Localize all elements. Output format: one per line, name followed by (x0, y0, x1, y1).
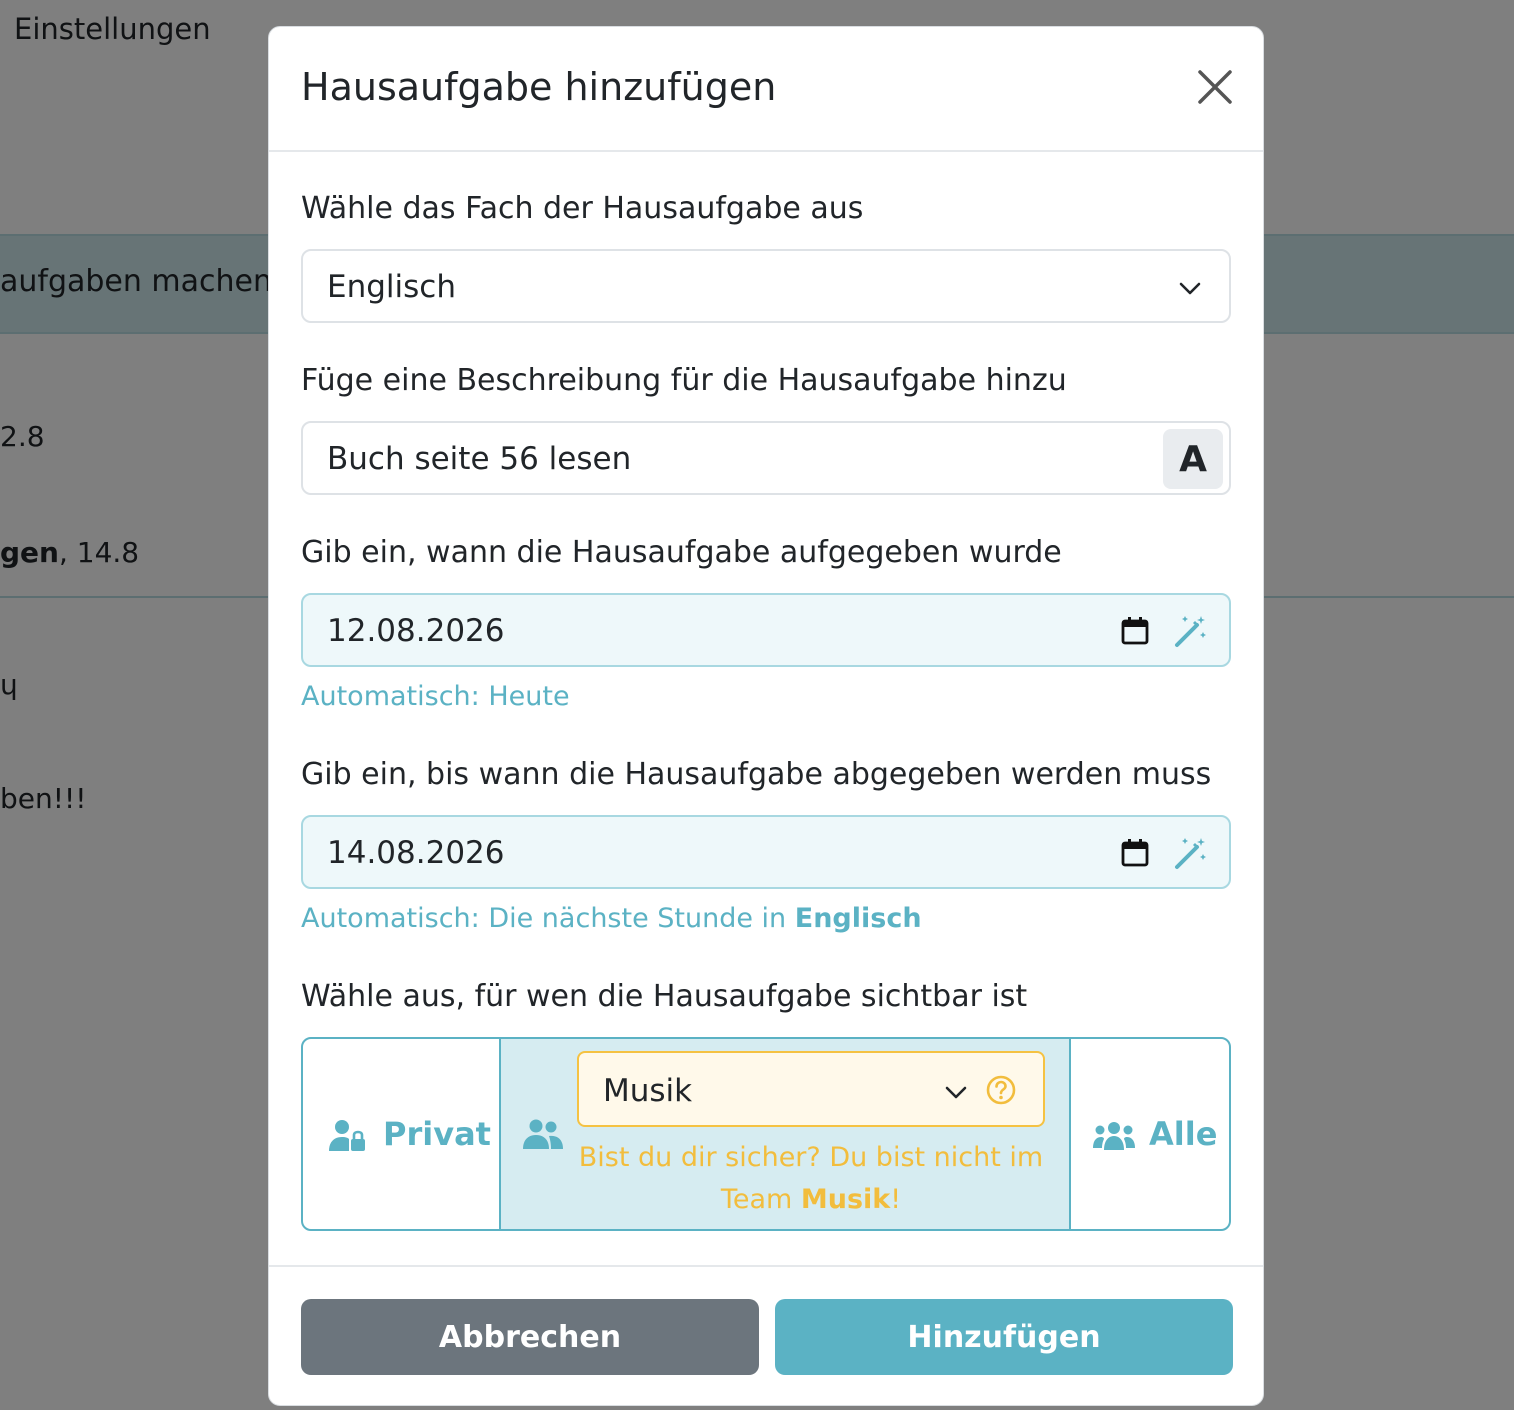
modal-title: Hausaufgabe hinzufügen (301, 65, 777, 109)
visibility-private-label: Privat (383, 1115, 491, 1153)
assigned-date-label: Gib ein, wann die Hausaufgabe aufgegeben… (301, 535, 1062, 570)
magic-wand-icon[interactable] (1173, 613, 1209, 649)
description-input[interactable]: Buch seite 56 lesen A (301, 421, 1231, 495)
users-group-icon (1093, 1122, 1135, 1150)
visibility-option-team[interactable]: Musik Bist du dir sicher? Du bist nicht … (501, 1039, 1071, 1229)
assigned-date-input[interactable]: 12.08.2026 (301, 593, 1231, 667)
add-button[interactable]: Hinzufügen (775, 1299, 1233, 1375)
question-circle-icon[interactable] (985, 1074, 1017, 1106)
description-label: Füge eine Beschreibung für die Hausaufga… (301, 363, 1067, 398)
magic-wand-icon[interactable] (1173, 835, 1209, 871)
assigned-date-hint: Automatisch: Heute (301, 681, 570, 712)
chevron-down-icon (945, 1086, 967, 1099)
subject-label: Wähle das Fach der Hausaufgabe aus (301, 191, 864, 226)
team-warning-text: Bist du dir sicher? Du bist nicht im Tea… (578, 1142, 1044, 1215)
close-icon (1198, 70, 1232, 104)
team-select[interactable]: Musik (577, 1051, 1045, 1127)
add-homework-modal: Hausaufgabe hinzufügen Wähle das Fach de… (268, 26, 1264, 1406)
visibility-option-private[interactable]: Privat (303, 1039, 501, 1229)
calendar-icon[interactable] (1119, 615, 1151, 647)
description-input-value: Buch seite 56 lesen (327, 441, 632, 477)
due-date-input[interactable]: 14.08.2026 (301, 815, 1231, 889)
chevron-down-icon (1179, 282, 1201, 295)
due-date-label: Gib ein, bis wann die Hausaufgabe abgege… (301, 757, 1212, 792)
assigned-date-value: 12.08.2026 (327, 613, 505, 649)
due-date-hint: Automatisch: Die nächste Stunde in Engli… (301, 903, 922, 934)
subject-select[interactable]: Englisch (301, 249, 1231, 323)
cancel-button[interactable]: Abbrechen (301, 1299, 759, 1375)
modal-footer: Abbrechen Hinzufügen (269, 1265, 1263, 1405)
team-select-value: Musik (603, 1073, 693, 1109)
due-date-value: 14.08.2026 (327, 835, 505, 871)
users-icon (523, 1119, 563, 1149)
visibility-option-all[interactable]: Alle (1071, 1039, 1229, 1229)
modal-header: Hausaufgabe hinzufügen (269, 27, 1263, 152)
close-button[interactable] (1195, 67, 1235, 107)
subject-select-value: Englisch (327, 269, 456, 305)
user-lock-icon (329, 1120, 365, 1151)
visibility-all-label: Alle (1149, 1115, 1218, 1153)
visibility-selector: Privat Musik Bist du dir sicher? Du bist… (301, 1037, 1231, 1231)
visibility-label: Wähle aus, für wen die Hausaufgabe sicht… (301, 979, 1028, 1014)
text-format-button[interactable]: A (1163, 429, 1223, 489)
calendar-icon[interactable] (1119, 837, 1151, 869)
